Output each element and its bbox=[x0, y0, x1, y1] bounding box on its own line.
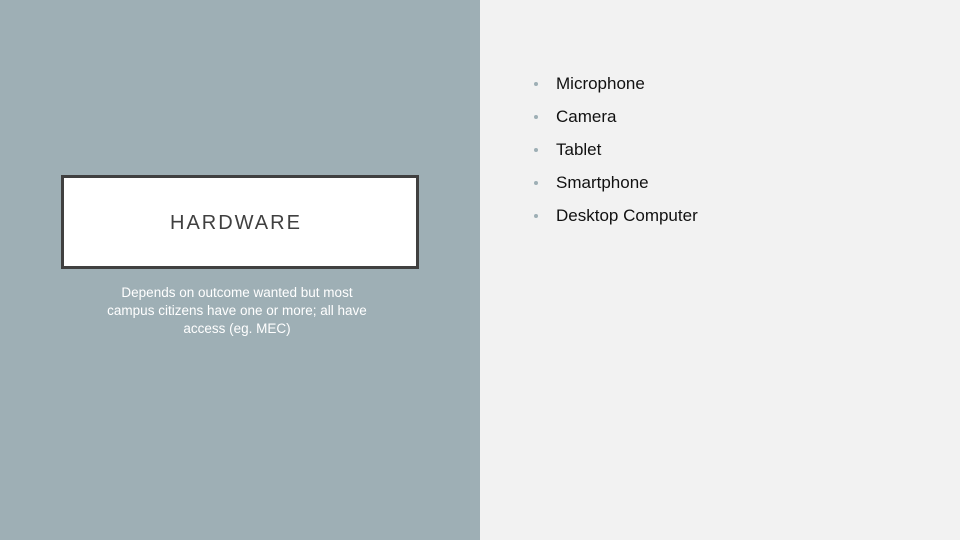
bullet-item-camera: Camera bbox=[534, 100, 698, 133]
slide-title: HARDWARE bbox=[170, 212, 302, 234]
bullet-dot-icon bbox=[534, 114, 538, 119]
bullet-dot-icon bbox=[534, 81, 538, 86]
bullet-item-desktop-computer: Desktop Computer bbox=[534, 199, 698, 232]
title-box: HARDWARE bbox=[61, 175, 419, 269]
bullet-dot-icon bbox=[534, 180, 538, 185]
bullet-label: Microphone bbox=[556, 73, 645, 93]
left-panel: HARDWARE Depends on outcome wanted but m… bbox=[0, 0, 480, 540]
bullet-label: Camera bbox=[556, 106, 617, 126]
bullet-item-tablet: Tablet bbox=[534, 133, 698, 166]
bullet-label: Tablet bbox=[556, 139, 602, 159]
bullet-label: Smartphone bbox=[556, 172, 649, 192]
bullet-dot-icon bbox=[534, 213, 538, 218]
bullet-label: Desktop Computer bbox=[556, 205, 698, 225]
bullet-list: Microphone Camera Tablet Smartphone Desk… bbox=[534, 67, 698, 232]
bullet-dot-icon bbox=[534, 147, 538, 152]
bullet-item-smartphone: Smartphone bbox=[534, 166, 698, 199]
slide-subtitle: Depends on outcome wanted but most campu… bbox=[107, 285, 367, 336]
bullet-item-microphone: Microphone bbox=[534, 67, 698, 100]
